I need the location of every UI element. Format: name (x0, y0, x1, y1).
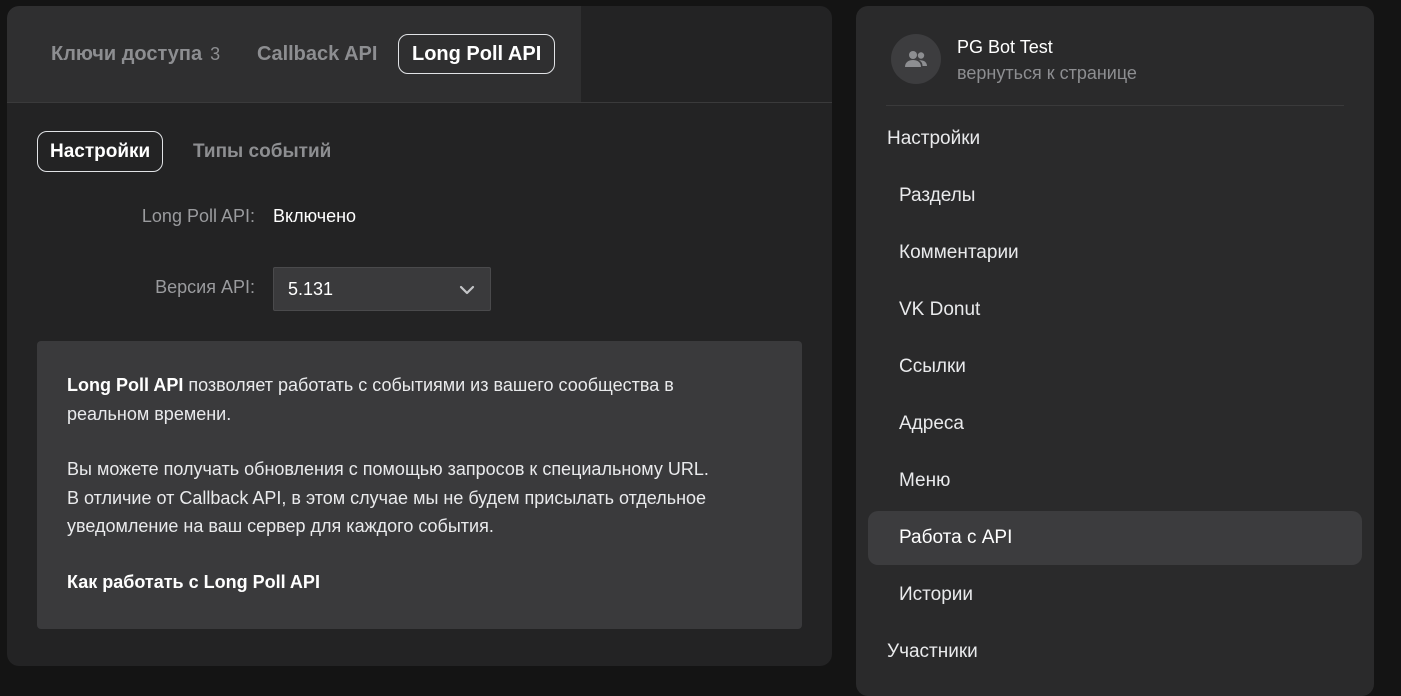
subtab-label: Настройки (50, 140, 151, 162)
info-text: В отличие от Callback API, в этом случае… (67, 487, 707, 508)
sidebar-item-settings[interactable]: Настройки (868, 112, 1362, 166)
how-to-link[interactable]: Как работать с Long Poll API (67, 572, 320, 592)
info-text: позволяет работать с событиями из вашего… (183, 375, 674, 395)
tab-label: Long Poll API (412, 42, 542, 65)
subtab-event-types[interactable]: Типы событий (193, 131, 331, 172)
sidebar-item-sections[interactable]: Разделы (868, 169, 1362, 223)
sidebar-item-vk-donut[interactable]: VK Donut (868, 283, 1362, 337)
chevron-down-icon (459, 285, 475, 295)
subtab-settings[interactable]: Настройки (37, 131, 164, 172)
sidebar: PG Bot Test вернуться к странице Настрой… (856, 6, 1374, 696)
sidebar-item-comments[interactable]: Комментарии (868, 226, 1362, 280)
back-to-page-link[interactable]: вернуться к странице (957, 63, 1137, 84)
api-version-select[interactable]: 5.131 (273, 267, 491, 311)
info-text: реальном времени. (67, 403, 232, 424)
info-paragraph-3: Как работать с Long Poll API (67, 568, 772, 597)
tab-label: Callback API (257, 42, 378, 65)
tab-count: 3 (210, 43, 221, 64)
tab-label: Ключи доступа (51, 42, 203, 65)
sidebar-item-members[interactable]: Участники (868, 625, 1362, 679)
sidebar-item-label: Комментарии (899, 242, 1019, 263)
info-text: уведомление на ваш сервер для каждого со… (67, 516, 494, 536)
sidebar-item-label: VK Donut (899, 299, 981, 320)
sidebar-item-label: Работа с API (899, 527, 1013, 548)
divider (7, 102, 832, 103)
group-name[interactable]: PG Bot Test (957, 37, 1053, 58)
sidebar-item-label: Истории (899, 584, 974, 605)
info-text: Вы можете получать обновления с помощью … (67, 459, 709, 479)
sidebar-item-api[interactable]: Работа с API (868, 511, 1362, 565)
longpoll-status-label: Long Poll API: (141, 206, 255, 226)
sidebar-item-stories[interactable]: Истории (868, 568, 1362, 622)
main-panel: Ключи доступа 3 Callback API Long Poll A… (7, 6, 832, 666)
sidebar-item-label: Меню (899, 470, 951, 491)
sidebar-item-label: Ссылки (899, 356, 966, 377)
info-paragraph-1: Long Poll API позволяет работать с событ… (67, 371, 772, 428)
api-version-value: 5.131 (288, 278, 334, 299)
info-box: Long Poll API позволяет работать с событ… (37, 341, 802, 629)
info-paragraph-2: Вы можете получать обновления с помощью … (67, 455, 772, 541)
sidebar-item-addresses[interactable]: Адреса (868, 397, 1362, 451)
avatar[interactable] (891, 34, 941, 84)
tab-long-poll-api[interactable]: Long Poll API (398, 34, 556, 74)
users-icon (905, 51, 927, 67)
sidebar-item-label: Настройки (887, 128, 981, 149)
api-version-label: Версия API: (155, 277, 255, 297)
sidebar-item-links[interactable]: Ссылки (868, 340, 1362, 394)
subtab-label: Типы событий (193, 140, 332, 162)
divider (886, 105, 1344, 106)
sidebar-item-label: Адреса (899, 413, 964, 434)
sidebar-item-menu[interactable]: Меню (868, 454, 1362, 508)
tab-access-keys[interactable]: Ключи доступа 3 (51, 34, 220, 74)
longpoll-status-value[interactable]: Включено (273, 206, 356, 227)
info-bold: Long Poll API (67, 375, 184, 395)
sidebar-item-label: Разделы (899, 185, 976, 206)
tab-callback-api[interactable]: Callback API (257, 34, 377, 74)
sidebar-item-label: Участники (887, 641, 978, 662)
